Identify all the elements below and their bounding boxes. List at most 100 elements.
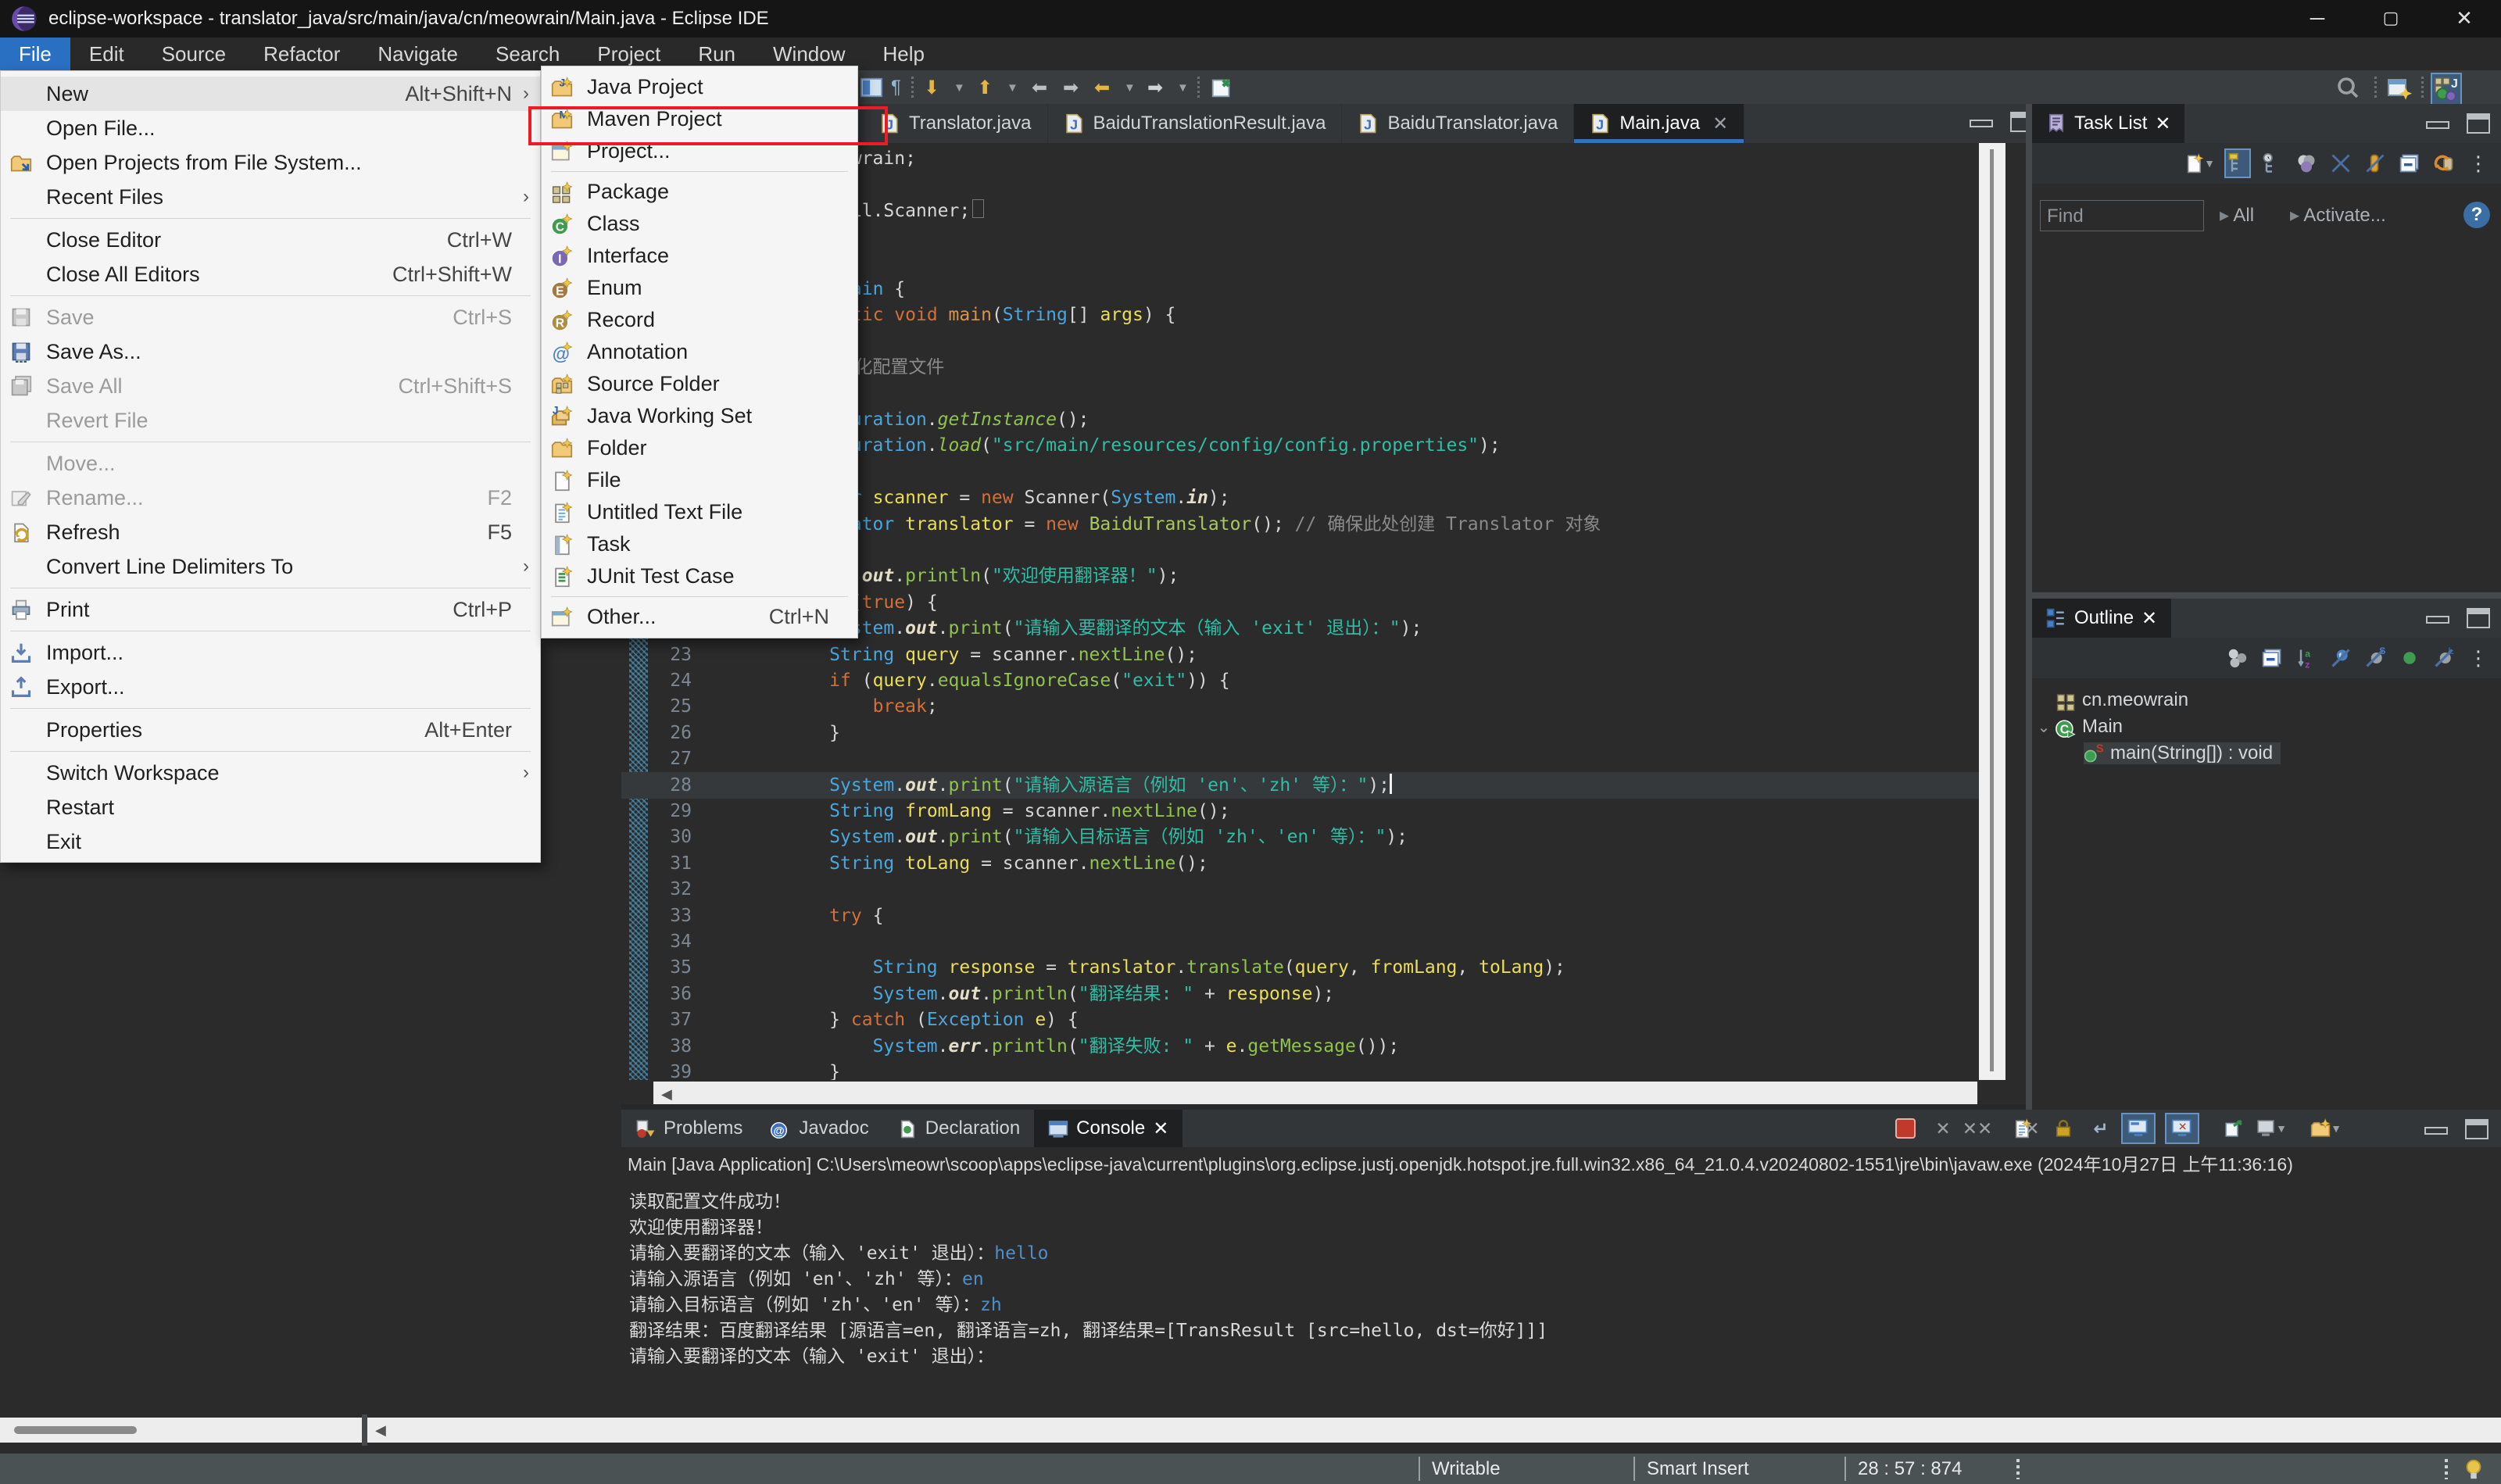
hide-static-icon[interactable]: S — [2363, 645, 2387, 671]
editor-right-splitter[interactable] — [2026, 104, 2032, 1110]
next-annotation-icon[interactable]: ⬇ — [924, 74, 939, 101]
pin-editor-icon[interactable] — [1210, 74, 1233, 101]
code-line-28[interactable]: 28 System.out.print("请输入源语言（例如 'en'、'zh'… — [621, 771, 1979, 799]
view-menu-icon[interactable]: ⋮ — [2467, 150, 2490, 177]
new-submenu-item-junit-test-case[interactable]: JUnit Test Case — [542, 560, 857, 592]
new-submenu-item-annotation[interactable]: @ Annotation — [542, 336, 857, 368]
minimize-button[interactable]: ─ — [2281, 0, 2354, 38]
forward-history-icon[interactable]: ➡ — [1147, 74, 1163, 101]
hide-fields-icon[interactable]: f — [2329, 645, 2353, 671]
file-menu-item-recent-files[interactable]: Recent Files › — [1, 180, 540, 214]
presentation-icon[interactable] — [2295, 150, 2318, 177]
synchronize-icon[interactable] — [2432, 150, 2456, 177]
menu-file[interactable]: File — [0, 38, 70, 70]
editor-tab-main-java[interactable]: J Main.java ✕ — [1574, 104, 1745, 143]
code-line-23[interactable]: 23 String query = scanner.nextLine(); — [621, 642, 1979, 668]
menu-help[interactable]: Help — [864, 38, 943, 70]
file-menu-item-open-file[interactable]: Open File... — [1, 111, 540, 145]
file-menu-item-restart[interactable]: Restart — [1, 790, 540, 824]
show-stderr-icon[interactable]: ✕ — [2165, 1113, 2199, 1144]
tab-task-list[interactable]: Task List ✕ — [2032, 104, 2185, 143]
java-perspective-icon[interactable]: J — [2431, 73, 2462, 105]
show-whitespace-icon[interactable]: ¶ — [891, 74, 901, 101]
back-icon[interactable]: ⬅ — [1032, 74, 1047, 101]
hide-non-public-icon[interactable] — [2398, 645, 2421, 671]
remove-all-launches-icon[interactable]: ✕✕ — [1962, 1114, 1993, 1143]
prev-annotation-dropdown-icon[interactable]: ▼ — [1007, 74, 1018, 101]
remove-launch-icon[interactable]: ✕ — [1927, 1114, 1959, 1143]
menu-edit[interactable]: Edit — [70, 38, 143, 70]
menu-source[interactable]: Source — [143, 38, 245, 70]
file-menu-item-new[interactable]: New Alt+Shift+N › — [1, 77, 540, 111]
code-line-24[interactable]: 24 if (query.equalsIgnoreCase("exit")) { — [621, 667, 1979, 694]
new-submenu-item-untitled-text-file[interactable]: Untitled Text File — [542, 496, 857, 528]
console-tab-javadoc[interactable]: @ Javadoc — [757, 1110, 882, 1147]
forward-icon[interactable]: ➡ — [1063, 74, 1079, 101]
outline-node-cn-meowrain[interactable]: cn.meowrain — [2032, 687, 2501, 713]
outline-node-main-string-void[interactable]: Smain(String[]) : void — [2032, 740, 2501, 767]
file-menu-item-save-as[interactable]: Save As... — [1, 334, 540, 369]
new-task-icon[interactable]: ▼ — [2184, 150, 2215, 177]
scroll-left-icon[interactable]: ◀ — [661, 1086, 672, 1103]
hide-completed-icon[interactable] — [2329, 150, 2353, 177]
file-menu-item-properties[interactable]: Properties Alt+Enter — [1, 713, 540, 747]
minimize-view-icon[interactable] — [2426, 121, 2449, 129]
new-submenu-item-other[interactable]: Other... Ctrl+N — [542, 601, 857, 633]
clear-console-icon[interactable]: ✕ — [2010, 1114, 2041, 1143]
minimize-view-icon[interactable] — [2424, 1127, 2448, 1135]
file-menu-item-move[interactable]: Move... — [1, 446, 540, 481]
menu-navigate[interactable]: Navigate — [359, 38, 477, 70]
maximize-view-icon[interactable] — [2467, 113, 2490, 134]
scroll-left-icon[interactable]: ◀ — [375, 1422, 386, 1439]
tab-outline[interactable]: Outline ✕ — [2032, 599, 2172, 638]
new-submenu-item-file[interactable]: File — [542, 464, 857, 496]
close-icon[interactable]: ✕ — [2155, 113, 2170, 135]
console-tab-declaration[interactable]: Declaration — [883, 1110, 1034, 1147]
code-line-31[interactable]: 31 String toLang = scanner.nextLine(); — [621, 850, 1979, 877]
menu-refactor[interactable]: Refactor — [245, 38, 359, 70]
new-submenu-item-record[interactable]: R Record — [542, 304, 857, 336]
console-hscrollbar[interactable]: ◀ — [367, 1418, 2501, 1443]
open-perspective-icon[interactable] — [2387, 74, 2412, 101]
tree-expander-icon[interactable]: ⌄ — [2032, 717, 2056, 737]
search-icon[interactable] — [2335, 74, 2360, 101]
collapse-all-icon[interactable] — [2260, 645, 2284, 671]
code-line-36[interactable]: 36 System.out.println("翻译结果: " + respons… — [621, 981, 1979, 1007]
file-menu-item-open-projects-from-file-system[interactable]: Open Projects from File System... — [1, 145, 540, 180]
console-tab-problems[interactable]: Problems — [621, 1110, 757, 1147]
help-icon[interactable]: ? — [2463, 202, 2490, 228]
file-menu-item-convert-line-delimiters-to[interactable]: Convert Line Delimiters To › — [1, 549, 540, 584]
new-submenu-item-java-working-set[interactable]: J Java Working Set — [542, 400, 857, 432]
code-line-29[interactable]: 29 String fromLang = scanner.nextLine(); — [621, 798, 1979, 824]
categorized-view-icon[interactable] — [2224, 148, 2251, 178]
file-menu-item-switch-workspace[interactable]: Switch Workspace › — [1, 756, 540, 790]
file-menu-item-close-editor[interactable]: Close Editor Ctrl+W — [1, 223, 540, 257]
file-menu-item-refresh[interactable]: Refresh F5 — [1, 515, 540, 549]
find-input[interactable]: Find — [2040, 200, 2204, 231]
code-line-37[interactable]: 37 } catch (Exception e) { — [621, 1007, 1979, 1033]
display-console-icon[interactable]: ▼ — [2256, 1114, 2287, 1143]
last-edit-location-icon[interactable]: ⬅ — [1094, 74, 1110, 101]
editor-hscrollbar[interactable]: ◀ — [653, 1082, 1977, 1104]
file-menu-item-save-all[interactable]: Save All Ctrl+Shift+S — [1, 369, 540, 403]
notification-bulb-icon[interactable] — [2462, 1457, 2485, 1481]
close-button[interactable]: ✕ — [2428, 0, 2501, 38]
terminate-icon[interactable] — [1890, 1114, 1921, 1143]
filter-all[interactable]: All — [2233, 205, 2254, 226]
editor-vscrollbar[interactable] — [1979, 143, 2005, 1080]
file-menu-item-import[interactable]: Import... — [1, 635, 540, 670]
view-menu-icon[interactable]: ⋮ — [2467, 645, 2490, 671]
sort-icon[interactable]: az — [2295, 645, 2318, 671]
new-submenu-item-package[interactable]: Package — [542, 176, 857, 208]
task-outline-splitter[interactable] — [2032, 592, 2501, 599]
scheduled-view-icon[interactable] — [2260, 150, 2284, 177]
file-menu-item-revert-file[interactable]: Revert File — [1, 403, 540, 438]
prev-annotation-icon[interactable]: ⬆ — [977, 74, 993, 101]
minimize-view-icon[interactable] — [1970, 120, 1993, 127]
outline-node-main[interactable]: ⌄ C Main — [2032, 713, 2501, 740]
scroll-lock-icon[interactable] — [2048, 1114, 2079, 1143]
file-menu-item-print[interactable]: Print Ctrl+P — [1, 592, 540, 627]
link-with-editor-icon[interactable] — [2226, 645, 2249, 671]
new-submenu-item-interface[interactable]: I Interface — [542, 240, 857, 272]
minimize-view-icon[interactable] — [2426, 616, 2449, 624]
